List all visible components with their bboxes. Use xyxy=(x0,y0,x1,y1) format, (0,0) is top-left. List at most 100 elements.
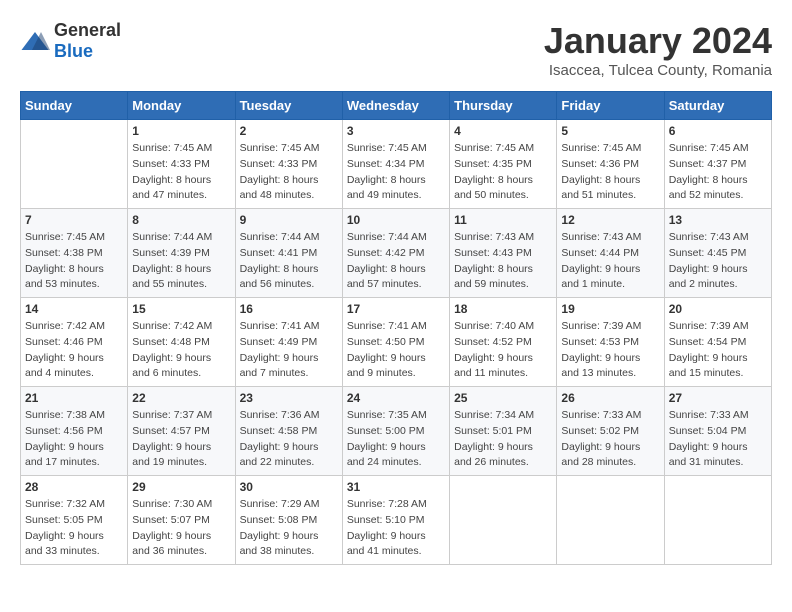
page-header: General Blue January 2024 Isaccea, Tulce… xyxy=(20,20,772,79)
logo-icon xyxy=(20,29,50,53)
table-row: 12 Sunrise: 7:43 AMSunset: 4:44 PMDayligh… xyxy=(557,209,664,298)
day-number: 31 xyxy=(347,480,445,494)
col-tuesday: Tuesday xyxy=(235,92,342,120)
location-title: Isaccea, Tulcea County, Romania xyxy=(544,62,772,79)
table-row: 13 Sunrise: 7:43 AMSunset: 4:45 PMDayligh… xyxy=(664,209,771,298)
day-number: 9 xyxy=(240,213,338,227)
day-number: 1 xyxy=(132,124,230,138)
day-number: 11 xyxy=(454,213,552,227)
day-info: Sunrise: 7:37 AMSunset: 4:57 PMDaylight:… xyxy=(132,408,230,471)
month-title: January 2024 xyxy=(544,20,772,62)
table-row: 3Sunrise: 7:45 AMSunset: 4:34 PMDaylight… xyxy=(342,120,449,209)
table-row: 28 Sunrise: 7:32 AMSunset: 5:05 PMDayligh… xyxy=(21,476,128,565)
calendar-header-row: Sunday Monday Tuesday Wednesday Thursday… xyxy=(21,92,772,120)
day-info: Sunrise: 7:43 AMSunset: 4:43 PMDaylight:… xyxy=(454,230,552,293)
table-row: 14Sunrise: 7:42 AMSunset: 4:46 PMDayligh… xyxy=(21,298,128,387)
day-number: 26 xyxy=(561,391,659,405)
day-number: 20 xyxy=(669,302,767,316)
table-row: 15Sunrise: 7:42 AMSunset: 4:48 PMDayligh… xyxy=(128,298,235,387)
day-info: Sunrise: 7:42 AMSunset: 4:48 PMDaylight:… xyxy=(132,319,230,382)
day-info: Sunrise: 7:45 AMSunset: 4:37 PMDaylight:… xyxy=(669,141,767,204)
table-row: 1 Sunrise: 7:45 AMSunset: 4:33 PMDaylight… xyxy=(128,120,235,209)
table-row xyxy=(450,476,557,565)
table-row xyxy=(557,476,664,565)
table-row: 2 Sunrise: 7:45 AMSunset: 4:33 PMDaylight… xyxy=(235,120,342,209)
day-info: Sunrise: 7:42 AMSunset: 4:46 PMDaylight:… xyxy=(25,319,123,382)
col-sunday: Sunday xyxy=(21,92,128,120)
calendar-table: Sunday Monday Tuesday Wednesday Thursday… xyxy=(20,91,772,565)
table-row: 24 Sunrise: 7:35 AMSunset: 5:00 PMDayligh… xyxy=(342,387,449,476)
day-number: 17 xyxy=(347,302,445,316)
day-info: Sunrise: 7:45 AMSunset: 4:33 PMDaylight:… xyxy=(132,141,230,204)
day-number: 3 xyxy=(347,124,445,138)
day-number: 7 xyxy=(25,213,123,227)
day-info: Sunrise: 7:35 AMSunset: 5:00 PMDaylight:… xyxy=(347,408,445,471)
day-number: 8 xyxy=(132,213,230,227)
day-info: Sunrise: 7:45 AMSunset: 4:36 PMDaylight:… xyxy=(561,141,659,204)
day-number: 2 xyxy=(240,124,338,138)
table-row: 22 Sunrise: 7:37 AMSunset: 4:57 PMDayligh… xyxy=(128,387,235,476)
day-number: 19 xyxy=(561,302,659,316)
day-number: 6 xyxy=(669,124,767,138)
table-row: 16 Sunrise: 7:41 AMSunset: 4:49 PMDayligh… xyxy=(235,298,342,387)
day-info: Sunrise: 7:44 AMSunset: 4:42 PMDaylight:… xyxy=(347,230,445,293)
day-info: Sunrise: 7:45 AMSunset: 4:35 PMDaylight:… xyxy=(454,141,552,204)
day-number: 10 xyxy=(347,213,445,227)
col-thursday: Thursday xyxy=(450,92,557,120)
day-number: 18 xyxy=(454,302,552,316)
table-row: 10 Sunrise: 7:44 AMSunset: 4:42 PMDayligh… xyxy=(342,209,449,298)
day-number: 12 xyxy=(561,213,659,227)
day-info: Sunrise: 7:41 AMSunset: 4:49 PMDaylight:… xyxy=(240,319,338,382)
day-number: 4 xyxy=(454,124,552,138)
day-info: Sunrise: 7:43 AMSunset: 4:44 PMDaylight:… xyxy=(561,230,659,293)
table-row: 23Sunrise: 7:36 AMSunset: 4:58 PMDayligh… xyxy=(235,387,342,476)
day-info: Sunrise: 7:29 AMSunset: 5:08 PMDaylight:… xyxy=(240,497,338,560)
table-row: 21 Sunrise: 7:38 AMSunset: 4:56 PMDayligh… xyxy=(21,387,128,476)
day-number: 30 xyxy=(240,480,338,494)
table-row: 26Sunrise: 7:33 AMSunset: 5:02 PMDayligh… xyxy=(557,387,664,476)
table-row: 4 Sunrise: 7:45 AMSunset: 4:35 PMDaylight… xyxy=(450,120,557,209)
table-row: 8 Sunrise: 7:44 AMSunset: 4:39 PMDaylight… xyxy=(128,209,235,298)
table-row: 31Sunrise: 7:28 AMSunset: 5:10 PMDayligh… xyxy=(342,476,449,565)
col-wednesday: Wednesday xyxy=(342,92,449,120)
day-info: Sunrise: 7:30 AMSunset: 5:07 PMDaylight:… xyxy=(132,497,230,560)
day-number: 24 xyxy=(347,391,445,405)
col-saturday: Saturday xyxy=(664,92,771,120)
title-block: January 2024 Isaccea, Tulcea County, Rom… xyxy=(544,20,772,79)
day-number: 22 xyxy=(132,391,230,405)
table-row: 7 Sunrise: 7:45 AMSunset: 4:38 PMDaylight… xyxy=(21,209,128,298)
table-row: 9Sunrise: 7:44 AMSunset: 4:41 PMDaylight… xyxy=(235,209,342,298)
day-number: 27 xyxy=(669,391,767,405)
day-info: Sunrise: 7:40 AMSunset: 4:52 PMDaylight:… xyxy=(454,319,552,382)
table-row: 6 Sunrise: 7:45 AMSunset: 4:37 PMDaylight… xyxy=(664,120,771,209)
day-info: Sunrise: 7:38 AMSunset: 4:56 PMDaylight:… xyxy=(25,408,123,471)
table-row: 17 Sunrise: 7:41 AMSunset: 4:50 PMDayligh… xyxy=(342,298,449,387)
day-info: Sunrise: 7:33 AMSunset: 5:04 PMDaylight:… xyxy=(669,408,767,471)
day-info: Sunrise: 7:43 AMSunset: 4:45 PMDaylight:… xyxy=(669,230,767,293)
day-info: Sunrise: 7:36 AMSunset: 4:58 PMDaylight:… xyxy=(240,408,338,471)
col-monday: Monday xyxy=(128,92,235,120)
day-number: 28 xyxy=(25,480,123,494)
day-info: Sunrise: 7:44 AMSunset: 4:39 PMDaylight:… xyxy=(132,230,230,293)
day-number: 16 xyxy=(240,302,338,316)
table-row: 25Sunrise: 7:34 AMSunset: 5:01 PMDayligh… xyxy=(450,387,557,476)
table-row: 30 Sunrise: 7:29 AMSunset: 5:08 PMDayligh… xyxy=(235,476,342,565)
day-number: 25 xyxy=(454,391,552,405)
table-row xyxy=(21,120,128,209)
day-number: 13 xyxy=(669,213,767,227)
table-row: 11 Sunrise: 7:43 AMSunset: 4:43 PMDayligh… xyxy=(450,209,557,298)
day-info: Sunrise: 7:41 AMSunset: 4:50 PMDaylight:… xyxy=(347,319,445,382)
day-info: Sunrise: 7:32 AMSunset: 5:05 PMDaylight:… xyxy=(25,497,123,560)
day-info: Sunrise: 7:39 AMSunset: 4:54 PMDaylight:… xyxy=(669,319,767,382)
table-row: 5 Sunrise: 7:45 AMSunset: 4:36 PMDaylight… xyxy=(557,120,664,209)
calendar-week-row: 7 Sunrise: 7:45 AMSunset: 4:38 PMDaylight… xyxy=(21,209,772,298)
logo: General Blue xyxy=(20,20,121,62)
day-info: Sunrise: 7:45 AMSunset: 4:38 PMDaylight:… xyxy=(25,230,123,293)
calendar-week-row: 1 Sunrise: 7:45 AMSunset: 4:33 PMDaylight… xyxy=(21,120,772,209)
day-number: 21 xyxy=(25,391,123,405)
day-info: Sunrise: 7:45 AMSunset: 4:33 PMDaylight:… xyxy=(240,141,338,204)
col-friday: Friday xyxy=(557,92,664,120)
day-number: 5 xyxy=(561,124,659,138)
table-row: 18 Sunrise: 7:40 AMSunset: 4:52 PMDayligh… xyxy=(450,298,557,387)
table-row: 20 Sunrise: 7:39 AMSunset: 4:54 PMDayligh… xyxy=(664,298,771,387)
